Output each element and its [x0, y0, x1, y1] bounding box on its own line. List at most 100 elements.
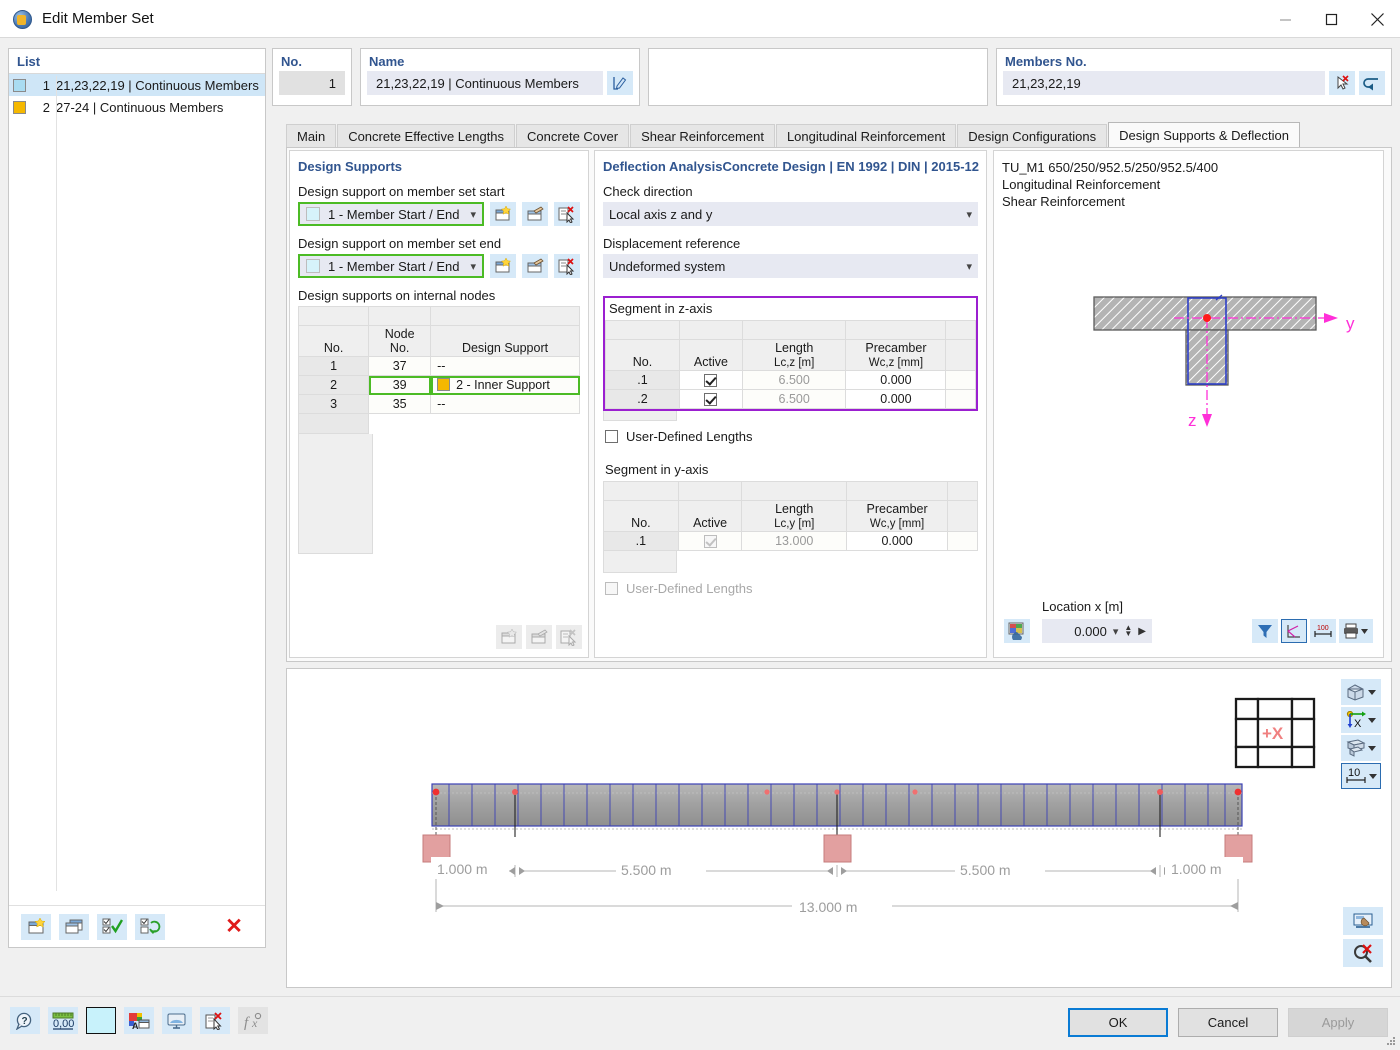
col-no: xNo. — [606, 340, 680, 371]
delete-icon[interactable]: ✕ — [219, 914, 249, 940]
ok-button[interactable]: OK — [1068, 1008, 1168, 1037]
spinner-icon[interactable]: ▲▼ — [1124, 625, 1132, 637]
svg-text:?: ? — [22, 1016, 28, 1027]
color-swatch-icon[interactable] — [86, 1007, 116, 1034]
number-input[interactable]: 1 — [279, 71, 345, 95]
print-icon[interactable] — [1339, 619, 1373, 643]
pick-delete-icon[interactable] — [1329, 71, 1355, 95]
table-row[interactable]: .2 6.500 0.000 — [606, 390, 976, 409]
resize-grip[interactable] — [1387, 1037, 1397, 1047]
active-checkbox[interactable] — [704, 393, 717, 406]
new-icon[interactable] — [21, 914, 51, 940]
close-icon[interactable] — [1354, 0, 1400, 38]
displacement-reference-combo[interactable]: Undeformed system ▾ — [603, 254, 978, 278]
new-internal-support-button[interactable] — [496, 625, 522, 649]
internal-nodes-table[interactable]: xNo. NodeNo. xDesign Support 1 37 -- 2 3… — [298, 306, 580, 434]
row-length[interactable]: 6.500 — [742, 390, 846, 409]
edit-support-start-button[interactable] — [522, 202, 548, 226]
list-item[interactable]: 2 27-24 | Continuous Members — [9, 96, 265, 118]
segment-z-group: Segment in z-axis xNo. xActive LengthLc,… — [603, 296, 978, 411]
row-active[interactable] — [680, 390, 743, 409]
check-direction-combo[interactable]: Local axis z and y ▾ — [603, 202, 978, 226]
row-support[interactable]: -- — [431, 357, 580, 376]
units-icon[interactable]: 0,00 — [48, 1007, 78, 1034]
return-arrow-icon[interactable] — [1359, 71, 1385, 95]
copy-icon[interactable] — [59, 914, 89, 940]
tab-shear-reinforcement[interactable]: Shear Reinforcement — [630, 124, 775, 148]
help-icon[interactable]: ? — [10, 1007, 40, 1034]
chevron-down-icon[interactable] — [1368, 746, 1376, 751]
edit-support-end-button[interactable] — [522, 254, 548, 278]
new-support-end-button[interactable] — [490, 254, 516, 278]
chevron-down-icon[interactable] — [1368, 718, 1376, 723]
list-item[interactable]: 1 21,23,22,19 | Continuous Members — [9, 74, 265, 96]
view-icon[interactable] — [162, 1007, 192, 1034]
scale-icon[interactable]: 10 — [1341, 763, 1381, 789]
footer-tools: ? 0,00 A fx — [10, 1007, 268, 1034]
user-defined-lengths-z-checkbox[interactable] — [605, 430, 618, 443]
clear-zoom-icon[interactable] — [1343, 939, 1383, 967]
table-row[interactable]: 2 39 2 - Inner Support — [299, 376, 580, 395]
row-length[interactable]: 6.500 — [742, 371, 846, 390]
dimension-icon[interactable]: 100 — [1310, 619, 1336, 643]
maximize-icon[interactable] — [1308, 0, 1354, 38]
tab-concrete-effective-lengths[interactable]: Concrete Effective Lengths — [337, 124, 515, 148]
snapshot-icon[interactable] — [1343, 907, 1383, 935]
row-active[interactable] — [680, 371, 743, 390]
edit-pencil-icon[interactable] — [607, 71, 633, 95]
support-start-combo[interactable]: 1 - Member Start / End ▾ — [298, 202, 484, 226]
segment-y-table[interactable]: xNo. xActive LengthLc,y [m] PrecamberWc,… — [603, 481, 978, 551]
row-precamber[interactable]: 0.000 — [846, 371, 946, 390]
active-checkbox[interactable] — [704, 374, 717, 387]
render-mode-icon[interactable] — [1341, 735, 1381, 761]
segment-z-table[interactable]: xNo. xActive LengthLc,z [m] PrecamberWc,… — [605, 320, 976, 409]
delete-internal-support-button[interactable] — [556, 625, 582, 649]
check-all-icon[interactable] — [97, 914, 127, 940]
row-precamber[interactable]: 0.000 — [847, 532, 948, 551]
col-precamber: PrecamberWc,z [mm] — [846, 340, 946, 371]
model-viewport[interactable]: 1.000 m 5.500 m 5.500 m 1.000 m 13.000 m — [286, 668, 1392, 988]
cancel-button[interactable]: Cancel — [1178, 1008, 1278, 1037]
delete-support-start-button[interactable] — [554, 202, 580, 226]
segment-z-user-defined-row[interactable]: User-Defined Lengths — [595, 421, 986, 444]
col-no: xNo. — [299, 326, 369, 357]
delete-pick-icon[interactable] — [200, 1007, 230, 1034]
axis-x-icon[interactable]: X — [1341, 707, 1381, 733]
chevron-down-icon[interactable]: ▾ — [1113, 625, 1119, 638]
support-end-combo[interactable]: 1 - Member Start / End ▾ — [298, 254, 484, 278]
render-settings-icon[interactable]: A — [124, 1007, 154, 1034]
row-support[interactable]: -- — [431, 395, 580, 414]
delete-support-end-button[interactable] — [554, 254, 580, 278]
minimize-icon[interactable] — [1262, 0, 1308, 38]
image-export-icon[interactable] — [1004, 619, 1030, 643]
tab-design-supports-deflection[interactable]: Design Supports & Deflection — [1108, 122, 1300, 148]
members-input[interactable]: 21,23,22,19 — [1003, 71, 1325, 95]
tab-main[interactable]: Main — [286, 124, 336, 148]
row-node[interactable]: 37 — [369, 357, 431, 376]
view-cube-icon[interactable] — [1341, 679, 1381, 705]
segment-z-table-filler — [603, 411, 677, 421]
location-x-input[interactable]: 0.000 ▾ ▲▼ ▶ — [1042, 619, 1152, 643]
edit-internal-support-button[interactable] — [526, 625, 552, 649]
list-item-number: 2 — [34, 100, 50, 115]
tab-longitudinal-reinforcement[interactable]: Longitudinal Reinforcement — [776, 124, 956, 148]
row-node[interactable]: 39 — [369, 376, 431, 395]
table-row[interactable]: 3 35 -- — [299, 395, 580, 414]
name-input[interactable]: 21,23,22,19 | Continuous Members — [367, 71, 603, 95]
chevron-down-icon[interactable] — [1368, 690, 1376, 695]
axes-display-icon[interactable] — [1281, 619, 1307, 643]
table-row[interactable]: .1 6.500 0.000 — [606, 371, 976, 390]
row-precamber[interactable]: 0.000 — [846, 390, 946, 409]
chevron-down-icon[interactable] — [1369, 774, 1377, 779]
filter-icon[interactable] — [1252, 619, 1278, 643]
table-row[interactable]: .1 13.000 0.000 — [604, 532, 978, 551]
tab-concrete-cover[interactable]: Concrete Cover — [516, 124, 629, 148]
row-support[interactable]: 2 - Inner Support — [431, 376, 580, 395]
toggle-check-icon[interactable] — [135, 914, 165, 940]
row-node[interactable]: 35 — [369, 395, 431, 414]
tab-design-configurations[interactable]: Design Configurations — [957, 124, 1107, 148]
svg-text:A: A — [132, 1021, 139, 1030]
step-forward-icon[interactable]: ▶ — [1138, 626, 1146, 637]
new-support-start-button[interactable] — [490, 202, 516, 226]
table-row[interactable]: 1 37 -- — [299, 357, 580, 376]
